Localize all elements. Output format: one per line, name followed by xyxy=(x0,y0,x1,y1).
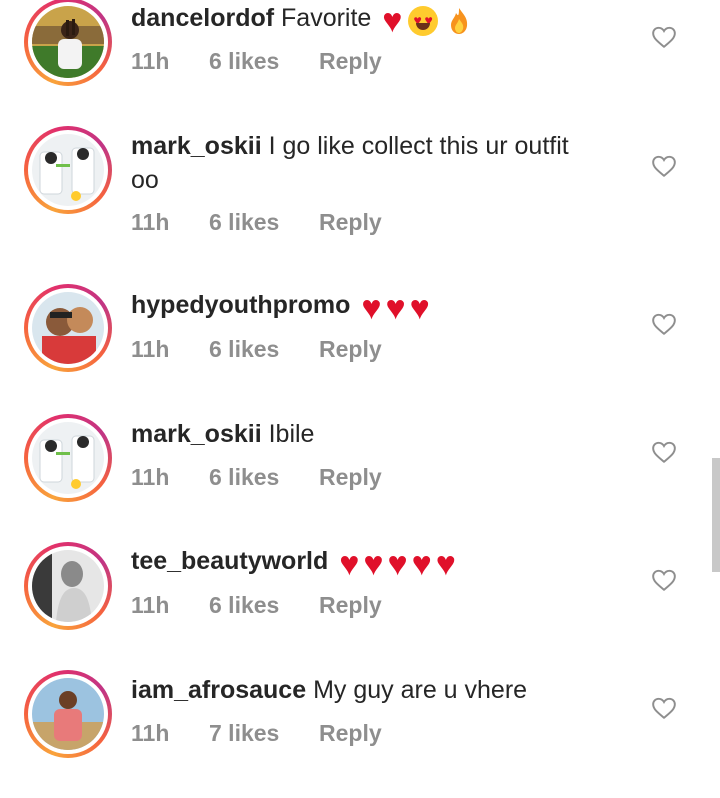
heart-outline-icon[interactable] xyxy=(651,567,677,593)
comment-likes[interactable]: 6 likes xyxy=(209,207,279,237)
comment-likes[interactable]: 6 likes xyxy=(209,334,279,364)
comment-item: dancelordof Favorite ♥ ♥ ♥ 11h 6 likes Re… xyxy=(0,0,720,128)
comment-time: 11h xyxy=(131,464,170,490)
comment-text: Ibile xyxy=(268,420,315,448)
avatar xyxy=(32,422,104,494)
comment-emoji: ♥ ♥ ♥ xyxy=(382,1,469,40)
comment-likes[interactable]: 6 likes xyxy=(209,46,279,76)
avatar xyxy=(32,678,104,750)
avatar-story-ring[interactable] xyxy=(24,284,112,372)
comment-likes[interactable]: 6 likes xyxy=(209,590,279,620)
heart-outline-icon[interactable] xyxy=(651,311,677,337)
avatar-story-ring[interactable] xyxy=(24,414,112,502)
comment-item: iam_afrosauce My guy are u vhere 11h 7 l… xyxy=(0,670,720,798)
red-heart-icon: ♥ xyxy=(382,1,403,40)
comment-item: mark_oskii Ibile 11h 6 likes Reply xyxy=(0,414,720,542)
avatar xyxy=(32,292,104,364)
comment-likes[interactable]: 6 likes xyxy=(209,462,279,492)
comment-item: hypedyouthpromo ♥ ♥ ♥ 11h 6 likes Reply xyxy=(0,284,720,414)
avatar xyxy=(32,6,104,78)
avatar-story-ring[interactable] xyxy=(24,0,112,86)
comment-text-line: tee_beautyworld ♥ ♥ ♥ ♥ ♥ xyxy=(131,544,631,583)
comment-username[interactable]: mark_oskii xyxy=(131,420,262,448)
red-heart-icon: ♥ xyxy=(409,288,430,327)
comment-text: Favorite xyxy=(281,4,372,32)
comment-time: 11h xyxy=(131,209,170,235)
avatar xyxy=(32,134,104,206)
comment-text-line: dancelordof Favorite ♥ ♥ ♥ xyxy=(131,1,631,40)
heart-outline-icon[interactable] xyxy=(651,153,677,179)
avatar-story-ring[interactable] xyxy=(24,126,112,214)
comment-time: 11h xyxy=(131,720,170,746)
comment-text: I go like collect this ur outfit xyxy=(268,132,569,160)
comment-text-line: mark_oskii I go like collect this ur out… xyxy=(131,129,631,163)
comment-username[interactable]: iam_afrosauce xyxy=(131,676,306,704)
red-heart-icon: ♥ xyxy=(387,544,408,583)
reply-button[interactable]: Reply xyxy=(319,207,382,237)
comment-emoji: ♥ ♥ ♥ ♥ ♥ xyxy=(339,544,456,583)
comment-time: 11h xyxy=(131,48,170,74)
heart-outline-icon[interactable] xyxy=(651,24,677,50)
red-heart-icon: ♥ xyxy=(385,288,406,327)
comment-username[interactable]: tee_beautyworld xyxy=(131,547,328,575)
comment-likes[interactable]: 7 likes xyxy=(209,718,279,748)
avatar-story-ring[interactable] xyxy=(24,542,112,630)
comment-text-line-2: oo xyxy=(131,163,631,197)
reply-button[interactable]: Reply xyxy=(319,718,382,748)
red-heart-icon: ♥ xyxy=(339,544,360,583)
comment-username[interactable]: dancelordof xyxy=(131,4,274,32)
heart-eyes-icon: ♥ ♥ xyxy=(408,5,439,36)
heart-outline-icon[interactable] xyxy=(651,439,677,465)
reply-button[interactable]: Reply xyxy=(319,590,382,620)
red-heart-icon: ♥ xyxy=(363,544,384,583)
scrollbar-thumb[interactable] xyxy=(712,458,720,572)
comment-item: tee_beautyworld ♥ ♥ ♥ ♥ ♥ 11h 6 likes Re… xyxy=(0,542,720,670)
comment-text-continued: oo xyxy=(131,166,159,194)
reply-button[interactable]: Reply xyxy=(319,334,382,364)
red-heart-icon: ♥ xyxy=(411,544,432,583)
comment-text-line: mark_oskii Ibile xyxy=(131,417,631,451)
fire-icon xyxy=(451,7,468,34)
reply-button[interactable]: Reply xyxy=(319,46,382,76)
comment-text-line: iam_afrosauce My guy are u vhere xyxy=(131,673,631,707)
comment-text-line: hypedyouthpromo ♥ ♥ ♥ xyxy=(131,288,631,327)
heart-outline-icon[interactable] xyxy=(651,695,677,721)
comment-username[interactable]: hypedyouthpromo xyxy=(131,291,350,319)
comment-item: mark_oskii I go like collect this ur out… xyxy=(0,126,720,254)
reply-button[interactable]: Reply xyxy=(319,462,382,492)
red-heart-icon: ♥ xyxy=(361,288,382,327)
avatar-story-ring[interactable] xyxy=(24,670,112,758)
comment-time: 11h xyxy=(131,592,170,618)
avatar xyxy=(32,550,104,622)
red-heart-icon: ♥ xyxy=(435,544,456,583)
comment-emoji: ♥ ♥ ♥ xyxy=(361,288,429,327)
comment-username[interactable]: mark_oskii xyxy=(131,132,262,160)
comment-time: 11h xyxy=(131,336,170,362)
comment-text: My guy are u vhere xyxy=(313,676,528,704)
